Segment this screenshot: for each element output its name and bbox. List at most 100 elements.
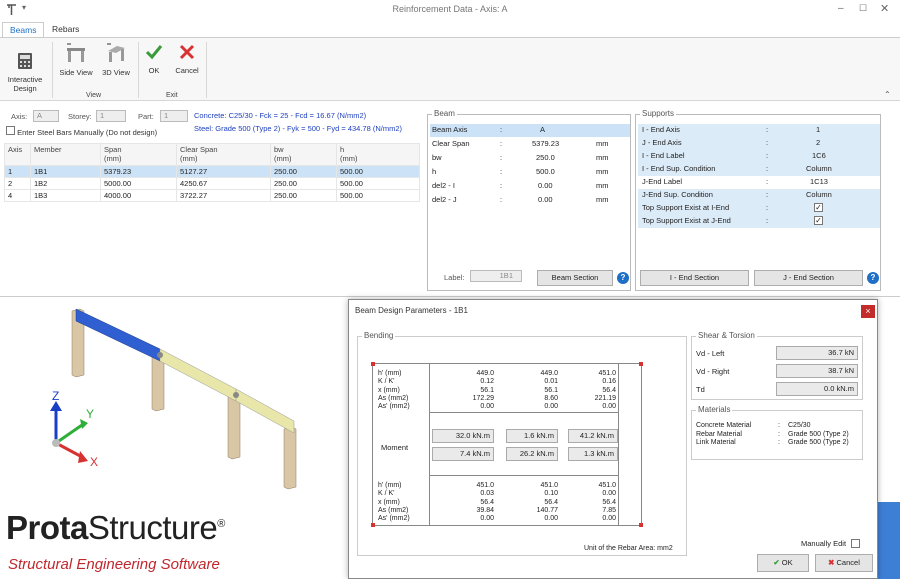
property-label: h [432,167,437,176]
property-value: 1C6 [812,151,826,160]
help-icon[interactable]: ? [867,272,879,284]
cancel-button[interactable]: Cancel [172,43,202,75]
supports-group: Supports I - End Axis:1 J - End Axis:2 I… [635,109,881,291]
material-value: Grade 500 (Type 2) [788,439,849,446]
property-row[interactable]: del2 - J:0.00 mm [430,194,630,207]
td-value: 0.0 kN.m [776,382,858,396]
selected-beam-1B1[interactable] [75,308,161,362]
property-unit: mm [596,139,609,148]
collapse-ribbon-icon[interactable]: ⌃ [884,90,891,99]
moment-bottom-left: 7.4 kN.m [432,447,494,461]
property-value: A [540,125,546,134]
material-value: C25/30 [788,422,811,429]
column-header[interactable]: Span (mm) [100,143,177,166]
property-row[interactable]: Clear Span:5379.23 mm [430,138,630,151]
beam-group-title: Beam [432,109,457,118]
beam-1B3[interactable] [235,388,295,434]
property-value: 1C13 [810,177,828,186]
dialog-ok-label: OK [781,558,793,567]
property-row[interactable]: I - End Sup. Condition: Column [638,163,880,176]
beam-1B2[interactable] [159,348,237,402]
property-row[interactable]: del2 - I:0.00 mm [430,180,630,193]
table-header-row: Axis Member Span (mm) Clear Span (mm) bw… [4,143,420,166]
top-support-i-checkbox[interactable]: ✓ [814,203,823,212]
column-header[interactable]: Axis [4,143,31,166]
table-row[interactable]: 1 1B1 5379.23 5127.27 250.00 500.00 [4,165,420,178]
j-end-section-button[interactable]: J - End Section [754,270,863,286]
interactive-design-button[interactable]: Interactive Design [4,43,46,102]
property-row[interactable]: J-End Label:1C13 [638,176,880,189]
property-value: 2 [816,138,821,147]
bottom-column-left: 451.0 0.03 56.4 39.84 0.00 [458,482,494,523]
moment-bottom-mid: 26.2 kN.m [506,447,558,461]
property-row[interactable]: I - End Label:1C6 [638,150,880,163]
property-label: Top Support Exist at I-End [642,203,730,212]
group-label-exit: Exit [166,92,178,99]
divider [52,42,53,98]
property-row[interactable]: Top Support Exist at I-End: ✓ [638,202,880,215]
property-label: bw [432,153,442,162]
dialog-close-icon[interactable]: × [861,305,875,318]
close-icon[interactable]: ✕ [880,2,889,15]
materials-labels: Concrete Material Rebar Material Link Ma… [696,422,751,448]
cell: 5000.00 [100,177,177,190]
column-header[interactable]: bw (mm) [270,143,337,166]
minimize-icon[interactable]: – [838,3,844,14]
ribbon-tabs: Beams Rebars [0,20,900,39]
cell: 3722.27 [176,189,271,202]
value: 449.0 [476,370,494,377]
top-labels: h' (mm) K / K' x (mm) As (mm2) As' (mm2) [378,370,410,411]
value: 56.4 [544,498,558,506]
column-header[interactable]: Clear Span (mm) [176,143,271,166]
property-row[interactable]: J - End Axis:2 [638,137,880,150]
storey-label: Storey: [68,112,92,121]
value: 0.12 [480,378,494,386]
cell: 4000.00 [100,189,177,202]
property-row[interactable]: Top Support Exist at J-End: ✓ [638,215,880,228]
joint [233,392,239,398]
manual-bars-checkbox[interactable]: Enter Steel Bars Manually (Do not design… [6,126,157,137]
dialog-ok-button[interactable]: ✔ OK [757,554,809,572]
column-header[interactable]: Member [30,143,101,166]
property-row[interactable]: Beam Axis: A [430,124,630,137]
dialog-cancel-button[interactable]: ✖ Cancel [815,554,873,572]
title-bar: ▾ Reinforcement Data - Axis: A – ☐ ✕ [0,0,900,20]
top-column-right: 451.0 0.16 56.4 221.19 0.00 [580,370,616,411]
unit-note: Unit of the Rebar Area: mm2 [584,545,673,552]
cell: 1B3 [30,189,101,202]
cancel-x-icon [179,44,195,60]
column [227,394,241,460]
value: 56.4 [602,386,616,394]
cancel-x-icon: ✖ [828,558,835,567]
materials-colons: ::: [778,422,780,446]
cell: 4 [4,189,31,202]
property-unit: mm [596,195,609,204]
material-label: Rebar Material [696,430,742,438]
table-row[interactable]: 4 1B3 4000.00 3722.27 250.00 500.00 [4,189,420,202]
property-row[interactable]: J-End Sup. Condition: Column [638,189,880,202]
manually-edit-checkbox[interactable] [851,539,860,548]
check-icon [145,45,163,60]
i-end-section-button[interactable]: I - End Section [640,270,749,286]
beam-section-button[interactable]: Beam Section [537,270,613,286]
top-support-j-checkbox[interactable]: ✓ [814,216,823,225]
table-row[interactable]: 2 1B2 5000.00 4250.67 250.00 500.00 [4,177,420,190]
maximize-icon[interactable]: ☐ [859,3,867,14]
marker [371,523,375,527]
property-row[interactable]: h:500.0 mm [430,166,630,179]
3d-view-button[interactable]: 3D View [98,43,134,77]
property-label: Top Support Exist at J-End [642,216,731,225]
property-row[interactable]: bw:250.0 mm [430,152,630,165]
ok-button[interactable]: OK [142,43,166,75]
bottom-column-right: 451.0 0.00 56.4 7.85 0.00 [580,482,616,523]
marker [639,362,643,366]
value: 56.1 [480,386,494,394]
help-icon[interactable]: ? [617,272,629,284]
property-row[interactable]: I - End Axis:1 [638,124,880,137]
tab-rebars[interactable]: Rebars [45,22,86,36]
column-header[interactable]: h (mm) [336,143,420,166]
side-view-button[interactable]: Side View [56,43,96,77]
manual-bars-label: Enter Steel Bars Manually (Do not design… [17,128,158,137]
label-field[interactable]: 1B1 [470,270,522,282]
moment-top-left: 32.0 kN.m [432,429,494,443]
